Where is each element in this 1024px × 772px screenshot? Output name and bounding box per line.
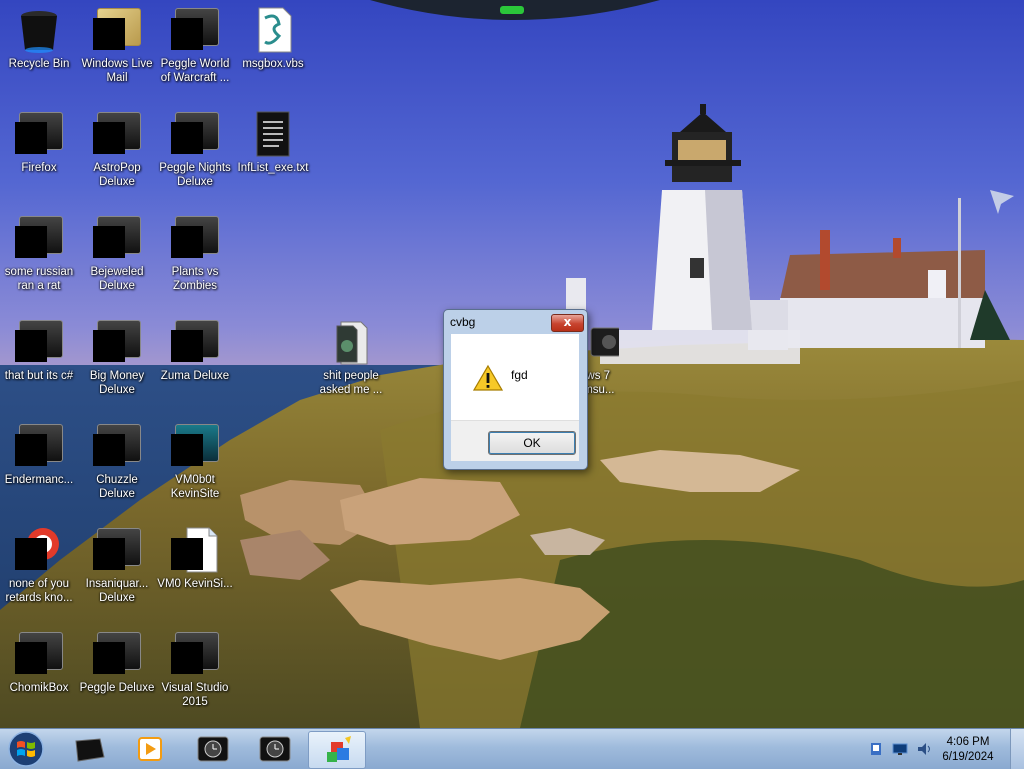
paint-app-icon[interactable] (308, 731, 366, 769)
script-icon (249, 6, 297, 54)
game-icon (93, 214, 141, 262)
desktop-icon-peggle-deluxe[interactable]: Peggle Deluxe (78, 624, 156, 695)
clock-time: 4:06 PM (946, 736, 990, 748)
app-icon (171, 422, 219, 470)
clock-app-icon[interactable] (190, 731, 236, 767)
desktop-icon-big-money[interactable]: Big Money Deluxe (78, 312, 156, 397)
action-center-icon[interactable] (868, 741, 884, 757)
desktop-icon-windows-live-mail[interactable]: Windows Live Mail (78, 0, 156, 85)
desktop-icon-astropop[interactable]: AstroPop Deluxe (78, 104, 156, 189)
game-icon (93, 110, 141, 158)
app-icon (171, 630, 219, 678)
ok-button[interactable]: OK (488, 431, 576, 455)
desktop-icon-zuma[interactable]: Zuma Deluxe (156, 312, 234, 383)
game-icon (93, 526, 141, 574)
desktop-icon-insaniquarium[interactable]: Insaniquar... Deluxe (78, 520, 156, 605)
game-icon (93, 630, 141, 678)
app-icon (15, 630, 63, 678)
desktop: Recycle Bin Windows Live Mail Peggle Wor… (0, 0, 1024, 728)
game-icon (171, 214, 219, 262)
icon-label: shit people asked me ... (319, 370, 383, 396)
game-icon (93, 318, 141, 366)
text-file-icon (249, 110, 297, 158)
icon-label: Chuzzle Deluxe (96, 474, 138, 500)
desktop-icon-endermanch[interactable]: Endermanc... (0, 416, 78, 487)
clock-date: 6/19/2024 (942, 751, 994, 763)
icon-label: Peggle Nights Deluxe (159, 162, 231, 188)
app-icon (15, 526, 63, 574)
game-icon (171, 318, 219, 366)
desktop-icon-plants-vs-zombies[interactable]: Plants vs Zombies (156, 208, 234, 293)
app-icon (15, 214, 63, 262)
dialog-footer: OK (451, 420, 579, 461)
system-clock[interactable]: 4:06 PM 6/19/2024 (938, 735, 998, 765)
icon-label: Firefox (21, 162, 57, 174)
icon-label: that but its c# (4, 370, 74, 382)
game-icon (93, 422, 141, 470)
app-icon (15, 318, 63, 366)
desktop-icon-vm0b0t-kevinsite[interactable]: VM0b0t KevinSite (156, 416, 234, 501)
clock-app-icon[interactable] (252, 731, 298, 767)
icon-label: Plants vs Zombies (171, 266, 219, 292)
game-icon (171, 6, 219, 54)
desktop-icon-that-but-csharp[interactable]: that but its c# (0, 312, 78, 383)
dialog-close-button[interactable]: x (551, 314, 584, 332)
recycle-bin-icon (15, 6, 63, 54)
icon-label: Peggle Deluxe (79, 682, 155, 694)
icon-label: Peggle World of Warcraft ... (160, 58, 230, 84)
icon-label: Windows Live Mail (81, 58, 153, 84)
icon-label: ChomikBox (9, 682, 69, 694)
dialog-body: fgd OK (451, 334, 579, 461)
desktop-icon-russian-rat[interactable]: some russian ran a rat (0, 208, 78, 293)
app-icon (15, 110, 63, 158)
desktop-icon-visual-studio[interactable]: Visual Studio 2015 (156, 624, 234, 709)
desktop-icon-shit-people-asked[interactable]: shit people asked me ... (312, 312, 390, 397)
desktop-icon-peggle-wow[interactable]: Peggle World of Warcraft ... (156, 0, 234, 85)
media-player-icon[interactable] (126, 731, 172, 767)
icon-label: msgbox.vbs (242, 58, 304, 70)
mail-icon (93, 6, 141, 54)
message-dialog[interactable]: cvbg x fgd OK (443, 309, 588, 470)
icon-label: Visual Studio 2015 (161, 682, 229, 708)
icon-label: Recycle Bin (8, 58, 70, 70)
icon-label: VM0 KevinSi... (157, 578, 233, 590)
desktop-icon-vm0-kevinsite[interactable]: VM0 KevinSi... (156, 520, 234, 591)
icon-label: AstroPop Deluxe (93, 162, 141, 188)
network-icon[interactable] (892, 741, 908, 757)
speaker-icon[interactable] (916, 741, 932, 757)
icon-label: InfList_exe.txt (237, 162, 309, 174)
file-icon (171, 526, 219, 574)
desktop-icon-bejeweled[interactable]: Bejeweled Deluxe (78, 208, 156, 293)
icon-label: VM0b0t KevinSite (170, 474, 220, 500)
app-icon (15, 422, 63, 470)
icon-label: Insaniquar... Deluxe (85, 578, 149, 604)
file-icon (327, 318, 375, 366)
desktop-icon-chomikbox[interactable]: ChomikBox (0, 624, 78, 695)
desktop-icon-peggle-nights[interactable]: Peggle Nights Deluxe (156, 104, 234, 189)
icon-label: none of you retards kno... (5, 578, 73, 604)
icon-label: Endermanc... (4, 474, 74, 486)
icon-label: Big Money Deluxe (89, 370, 145, 396)
icon-label: Zuma Deluxe (160, 370, 230, 382)
show-desktop-button[interactable] (1010, 729, 1024, 769)
dialog-message: fgd (511, 368, 528, 382)
desktop-icon-recycle-bin[interactable]: Recycle Bin (0, 0, 78, 71)
desktop-icon-none-of-you[interactable]: none of you retards kno... (0, 520, 78, 605)
taskbar-app-black-box[interactable] (66, 731, 112, 767)
taskbar: 4:06 PM 6/19/2024 (0, 728, 1024, 769)
desktop-icon-inflist-txt[interactable]: InfList_exe.txt (234, 104, 312, 175)
desktop-icon-firefox[interactable]: Firefox (0, 104, 78, 175)
desktop-icon-chuzzle[interactable]: Chuzzle Deluxe (78, 416, 156, 501)
icon-label: some russian ran a rat (4, 266, 74, 292)
dialog-title: cvbg (450, 315, 476, 329)
warning-icon (472, 364, 504, 396)
windows-start-icon[interactable] (6, 730, 46, 768)
desktop-icon-msgbox-vbs[interactable]: msgbox.vbs (234, 0, 312, 71)
game-icon (171, 110, 219, 158)
icon-label: Bejeweled Deluxe (90, 266, 144, 292)
